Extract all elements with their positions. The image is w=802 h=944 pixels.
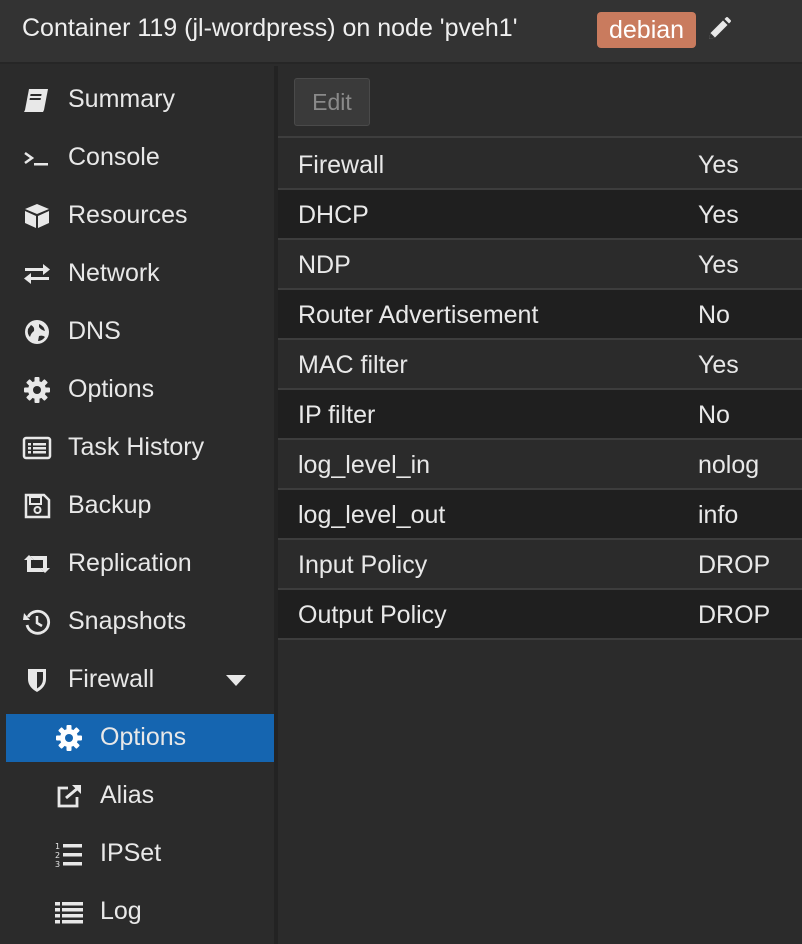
sidebar-item-label: Options [100, 723, 187, 751]
sidebar-item-replication[interactable]: Replication [6, 540, 274, 588]
sidebar-item-label: IPSet [100, 839, 162, 867]
pencil-icon[interactable] [705, 15, 733, 43]
row-key: MAC filter [298, 351, 408, 379]
book-icon [22, 86, 52, 114]
sidebar-item-resources[interactable]: Resources [6, 192, 274, 240]
row-key: log_level_in [298, 451, 431, 479]
sidebar-item-label: Network [68, 259, 160, 287]
sidebar-item-firewall-options[interactable]: Options [6, 714, 274, 762]
sidebar-item-label: Summary [68, 85, 175, 113]
sidebar-item-alias[interactable]: Alias [6, 772, 274, 820]
row-key: log_level_out [298, 501, 446, 529]
sidebar-item-label: Task History [68, 433, 205, 461]
sidebar-item-ipset[interactable]: 1 2 3 IPSet [6, 830, 274, 878]
gear-icon [22, 376, 52, 404]
row-key: DHCP [298, 201, 369, 229]
chevron-down-icon[interactable] [225, 674, 247, 688]
sidebar-item-console[interactable]: Console [6, 134, 274, 182]
row-value: info [698, 501, 739, 529]
table-row[interactable]: Output Policy DROP [278, 590, 802, 640]
row-key: Firewall [298, 151, 385, 179]
list-alt-icon [22, 434, 52, 462]
row-key: Router Advertisement [298, 301, 539, 329]
sidebar-item-task-history[interactable]: Task History [6, 424, 274, 472]
list-ol-icon: 1 2 3 [54, 840, 84, 868]
floppy-icon [22, 492, 52, 520]
row-value: Yes [698, 351, 739, 379]
table-row[interactable]: Router Advertisement No [278, 290, 802, 340]
sidebar-item-label: DNS [68, 317, 121, 345]
history-icon [22, 608, 52, 636]
table-row[interactable]: MAC filter Yes [278, 340, 802, 390]
sidebar-item-firewall[interactable]: Firewall [6, 656, 274, 704]
table-row[interactable]: IP filter No [278, 390, 802, 440]
svg-text:1: 1 [55, 842, 60, 851]
row-value: No [698, 401, 730, 429]
table-row[interactable]: NDP Yes [278, 240, 802, 290]
row-value: DROP [698, 551, 771, 579]
sidebar-item-label: Console [68, 143, 160, 171]
sidebar-item-summary[interactable]: Summary [6, 76, 274, 124]
svg-text:3: 3 [55, 860, 60, 868]
row-key: NDP [298, 251, 351, 279]
toolbar: Edit [278, 66, 802, 138]
sidebar-item-label: Options [68, 375, 155, 403]
title-bar: Container 119 (jl-wordpress) on node 'pv… [0, 0, 802, 64]
tag-badge[interactable]: debian [597, 12, 697, 48]
external-link-icon [54, 782, 84, 810]
row-key: Input Policy [298, 551, 428, 579]
row-value: Yes [698, 201, 739, 229]
row-value: Yes [698, 251, 739, 279]
table-row[interactable]: log_level_in nolog [278, 440, 802, 490]
terminal-icon [22, 144, 52, 172]
sidebar-item-backup[interactable]: Backup [6, 482, 274, 530]
row-value: nolog [698, 451, 760, 479]
sidebar-item-dns[interactable]: DNS [6, 308, 274, 356]
row-value: DROP [698, 601, 771, 629]
row-value: No [698, 301, 730, 329]
globe-icon [22, 318, 52, 346]
table-row[interactable]: DHCP Yes [278, 190, 802, 240]
retweet-icon [22, 550, 52, 578]
sidebar-item-log[interactable]: Log [6, 888, 274, 936]
shield-icon [22, 666, 52, 694]
page-title: Container 119 (jl-wordpress) on node 'pv… [22, 14, 518, 42]
sidebar-item-options[interactable]: Options [6, 366, 274, 414]
cube-icon [22, 202, 52, 230]
sidebar-item-label: Resources [68, 201, 188, 229]
sidebar-item-label: Snapshots [68, 607, 187, 635]
firewall-options-panel: Edit Firewall Yes DHCP Yes NDP Yes Route… [278, 66, 802, 944]
gear-icon [54, 724, 84, 752]
sidebar-item-label: Firewall [68, 665, 155, 693]
edit-button[interactable]: Edit [294, 78, 370, 126]
sidebar-item-label: Backup [68, 491, 152, 519]
table-row[interactable]: log_level_out info [278, 490, 802, 540]
row-key: IP filter [298, 401, 376, 429]
row-key: Output Policy [298, 601, 447, 629]
table-row[interactable]: Input Policy DROP [278, 540, 802, 590]
list-icon [54, 898, 84, 926]
sidebar-item-label: Alias [100, 781, 155, 809]
row-value: Yes [698, 151, 739, 179]
sidebar-nav: Summary Console Resources Network DNS Op… [6, 66, 274, 944]
svg-text:2: 2 [55, 851, 60, 860]
table-row[interactable]: Firewall Yes [278, 140, 802, 190]
sidebar-item-snapshots[interactable]: Snapshots [6, 598, 274, 646]
sidebar-item-label: Replication [68, 549, 192, 577]
sidebar-item-network[interactable]: Network [6, 250, 274, 298]
exchange-icon [22, 260, 52, 288]
sidebar-item-label: Log [100, 897, 142, 925]
